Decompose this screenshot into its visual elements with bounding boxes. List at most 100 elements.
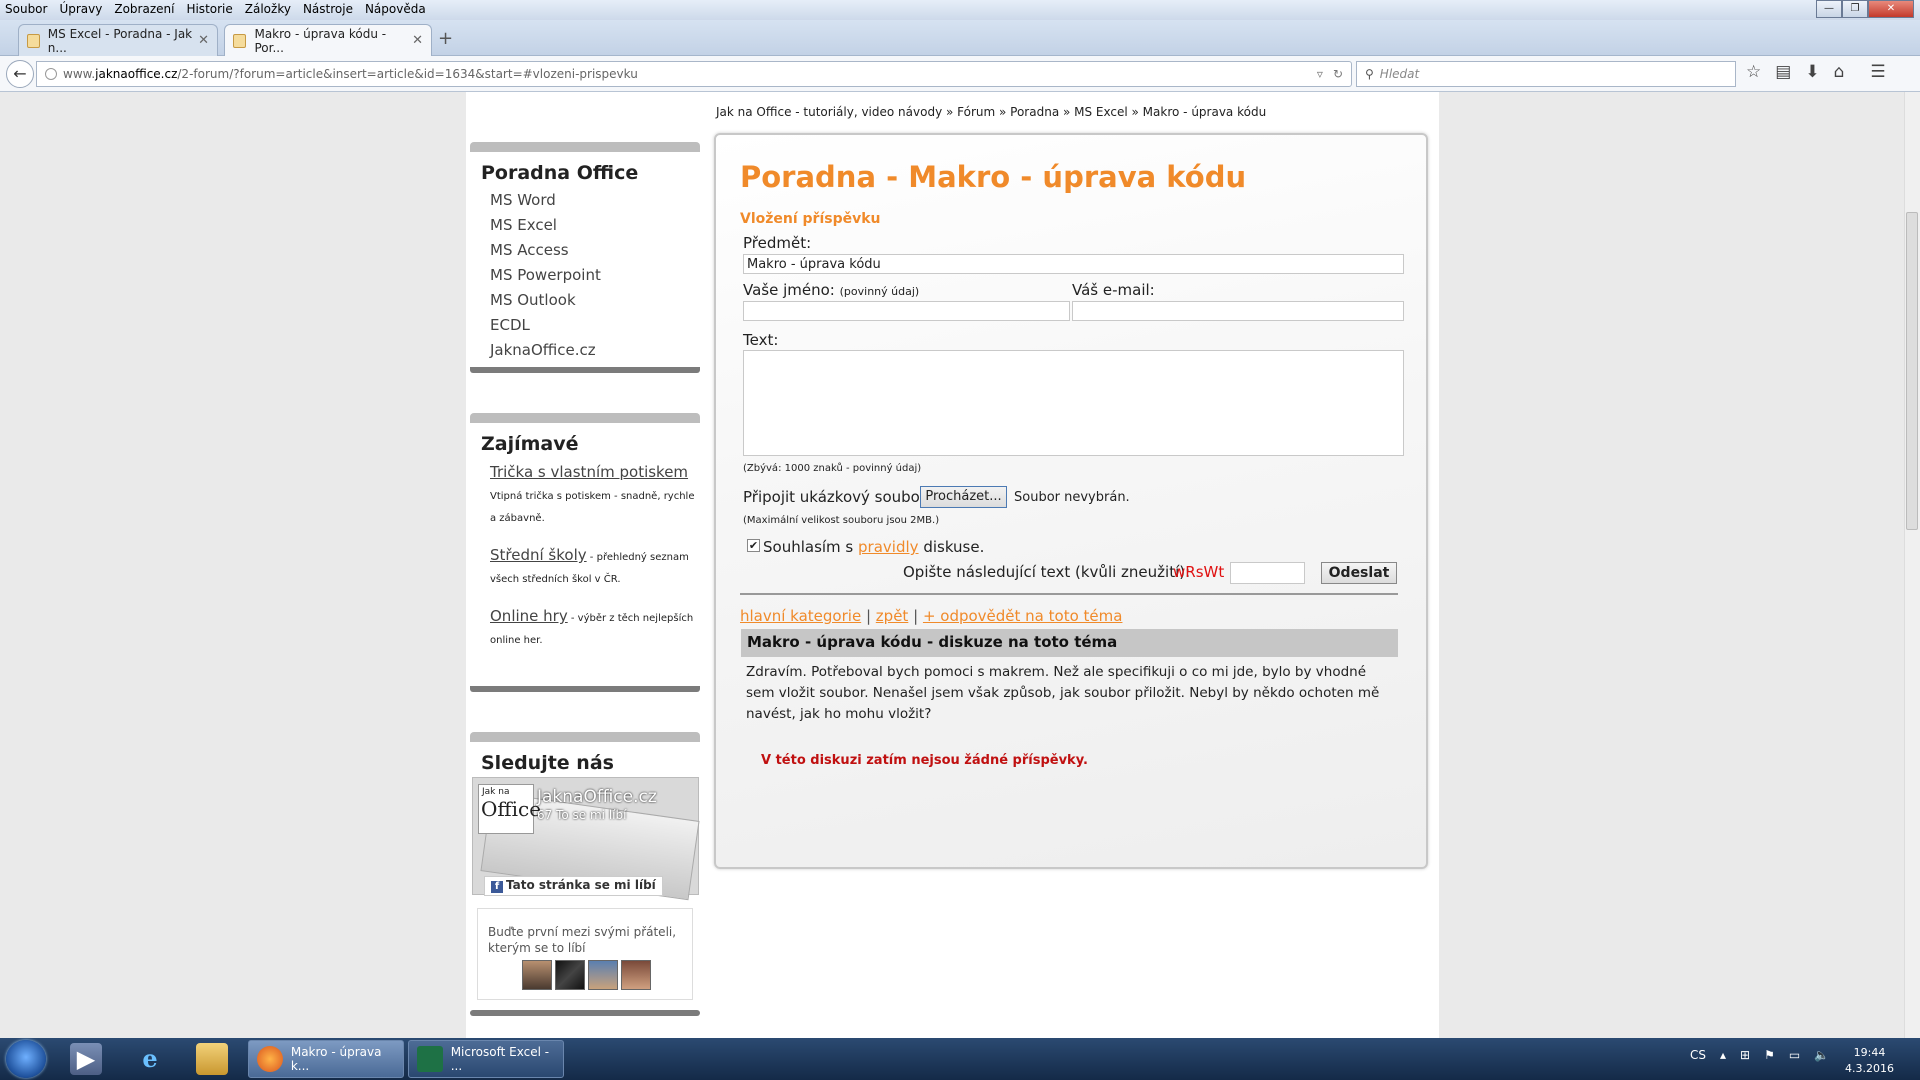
topic-header: Makro - úprava kódu - diskuze na toto té… <box>741 629 1398 657</box>
taskbar-task-firefox[interactable]: Makro - úprava k... <box>248 1040 404 1078</box>
scrollbar-thumb[interactable] <box>1906 212 1918 530</box>
file-explorer-icon[interactable] <box>196 1043 228 1075</box>
friend-avatar[interactable] <box>588 960 618 990</box>
reply-link[interactable]: + odpovědět na toto téma <box>923 607 1123 625</box>
menu-historie[interactable]: Historie <box>181 0 239 20</box>
close-tab-icon[interactable]: ✕ <box>198 33 209 48</box>
home-icon[interactable]: ⌂ <box>1834 62 1845 82</box>
flag-icon[interactable]: ⚑ <box>1764 1048 1775 1062</box>
facebook-like-button[interactable]: f Tato stránka se mi líbí <box>484 876 663 896</box>
url-bar[interactable]: www. jaknaoffice.cz/2-forum/?forum=articl… <box>36 61 1352 87</box>
tab-ms-excel[interactable]: MS Excel - Poradna - Jak n... ✕ <box>18 24 218 56</box>
start-button[interactable] <box>6 1040 46 1078</box>
sidebar-item-ms-powerpoint[interactable]: MS Powerpoint <box>490 263 700 288</box>
reading-list-icon[interactable]: ▤ <box>1775 62 1791 82</box>
attach-label: Připojit ukázkový soubor: <box>743 488 931 506</box>
text-label: Text: <box>743 331 779 349</box>
topic-links: hlavní kategorie | zpět | + odpovědět na… <box>740 607 1123 625</box>
sidebar-title: Zajímavé <box>481 433 579 455</box>
box-header-bar <box>470 732 700 742</box>
new-tab-button[interactable]: + <box>438 28 453 49</box>
divider <box>740 593 1398 595</box>
subject-label: Předmět: <box>743 234 812 252</box>
friend-avatar[interactable] <box>555 960 585 990</box>
dropdown-arrow-icon[interactable]: ▿ <box>1317 67 1323 81</box>
clock[interactable]: 19:44 4.3.2016 <box>1845 1045 1894 1077</box>
back-button[interactable]: ← <box>6 60 34 88</box>
maximize-button[interactable]: ❐ <box>1842 0 1868 18</box>
list-item: Online hry - výběr z těch nejlepších onl… <box>490 605 695 652</box>
link-online-hry[interactable]: Online hry <box>490 607 568 625</box>
sidebar-item-ms-access[interactable]: MS Access <box>490 238 700 263</box>
favicon-icon <box>233 33 247 48</box>
char-count-note: (Zbývá: 1000 znaků - povinný údaj) <box>743 463 922 474</box>
windows-icon[interactable]: ⊞ <box>1740 1048 1750 1062</box>
sidebar-item-ms-outlook[interactable]: MS Outlook <box>490 288 700 313</box>
text-area[interactable] <box>743 350 1404 456</box>
network-icon[interactable]: ▭ <box>1789 1048 1800 1062</box>
friends-text: Buďte první mezi svými přáteli, kterým s… <box>488 925 677 955</box>
facebook-page-name[interactable]: JaknaOffice.cz <box>537 787 657 807</box>
friend-avatar[interactable] <box>522 960 552 990</box>
clock-date: 4.3.2016 <box>1845 1062 1894 1075</box>
minimize-button[interactable]: — <box>1816 0 1842 18</box>
back-link[interactable]: zpět <box>876 607 909 625</box>
friend-avatar[interactable] <box>621 960 651 990</box>
subject-input[interactable]: Makro - úprava kódu <box>743 254 1404 274</box>
reload-icon[interactable]: ↻ <box>1333 67 1343 81</box>
rules-link[interactable]: pravidly <box>858 538 919 556</box>
box-header-bar <box>470 413 700 423</box>
toolbar-icons: ☆ ▤ ⬇ ⌂ ☰ <box>1746 62 1886 82</box>
email-label: Váš e-mail: <box>1072 281 1155 299</box>
link-tricka[interactable]: Trička s vlastním potiskem <box>490 463 688 481</box>
link-stredni-skoly[interactable]: Střední školy <box>490 546 587 564</box>
download-icon[interactable]: ⬇ <box>1805 62 1819 82</box>
agree-checkbox[interactable]: ✔ <box>747 539 760 552</box>
menu-upravy[interactable]: Úpravy <box>54 0 109 20</box>
menu-zobrazeni[interactable]: Zobrazení <box>109 0 181 20</box>
volume-icon[interactable]: 🔈 <box>1814 1048 1829 1062</box>
section-subtitle: Vložení příspěvku <box>740 211 881 227</box>
bookmark-star-icon[interactable]: ☆ <box>1746 62 1761 82</box>
sidebar-item-ms-word[interactable]: MS Word <box>490 188 700 213</box>
menu-napoveda[interactable]: Nápověda <box>360 0 433 20</box>
menu-soubor[interactable]: Soubor <box>0 0 54 20</box>
facebook-page-logo[interactable]: Jak na Office <box>478 784 541 834</box>
sidebar-zajimave-box: Zajímavé Trička s vlastním potiskem Vtip… <box>470 413 700 693</box>
media-player-icon[interactable]: ▶ <box>70 1043 102 1075</box>
clock-time: 19:44 <box>1853 1046 1886 1059</box>
main-category-link[interactable]: hlavní kategorie <box>740 607 861 625</box>
arrow-left-icon: ← <box>13 64 27 83</box>
search-bar[interactable]: ⚲ Hledat <box>1356 61 1736 87</box>
menu-nastroje[interactable]: Nástroje <box>298 0 360 20</box>
close-tab-icon[interactable]: ✕ <box>412 33 423 48</box>
box-header-bar <box>470 142 700 152</box>
name-input[interactable] <box>743 301 1070 321</box>
name-label: Vaše jméno: (povinný údaj) <box>743 281 920 299</box>
captcha-input[interactable] <box>1230 562 1305 584</box>
sidebar-item-ms-excel[interactable]: MS Excel <box>490 213 700 238</box>
facebook-like-count: 67 To se mi líbí <box>537 808 627 822</box>
sidebar-item-jaknaoffice[interactable]: JaknaOffice.cz <box>490 338 700 363</box>
agree-label: Souhlasím s pravidly diskuse. <box>763 538 985 556</box>
close-window-button[interactable]: ✕ <box>1868 0 1914 18</box>
no-file-text: Soubor nevybrán. <box>1014 490 1130 505</box>
hamburger-menu-icon[interactable]: ☰ <box>1870 62 1885 82</box>
tab-makro[interactable]: Makro - úprava kódu - Por... ✕ <box>224 24 432 56</box>
send-button[interactable]: Odeslat <box>1321 562 1397 584</box>
page-title: Poradna - Makro - úprava kódu <box>740 160 1247 194</box>
email-input[interactable] <box>1072 301 1404 321</box>
internet-explorer-icon[interactable]: e <box>134 1043 166 1075</box>
tray-expand-icon[interactable]: ▴ <box>1720 1048 1726 1062</box>
max-size-note: (Maximální velikost souboru jsou 2MB.) <box>743 515 940 526</box>
required-note: (povinný údaj) <box>839 285 920 298</box>
language-indicator[interactable]: CS <box>1690 1048 1706 1062</box>
url-prefix: www. <box>63 67 96 81</box>
breadcrumb[interactable]: Jak na Office - tutoriály, video návody … <box>716 105 1266 119</box>
menu-zalozky[interactable]: Záložky <box>240 0 298 20</box>
taskbar-task-excel[interactable]: Microsoft Excel - ... <box>408 1040 564 1078</box>
sidebar-item-ecdl[interactable]: ECDL <box>490 313 700 338</box>
site-info-icon[interactable] <box>45 68 57 80</box>
browse-button[interactable]: Procházet... <box>920 486 1007 508</box>
sidebar-poradna-box: Poradna Office MS Word MS Excel MS Acces… <box>470 142 700 374</box>
